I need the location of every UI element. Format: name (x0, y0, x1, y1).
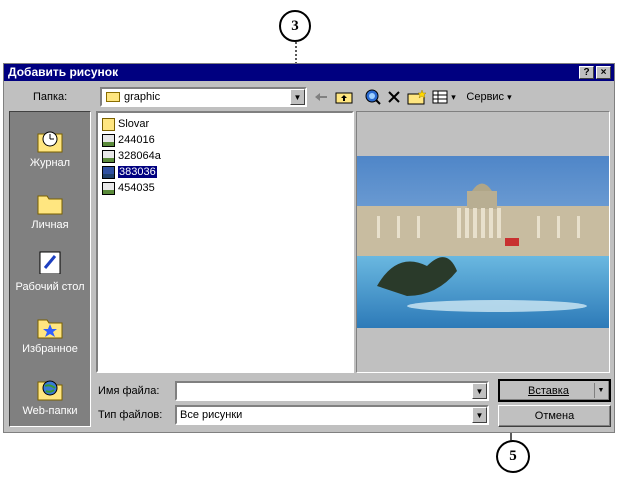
folder-value: graphic (124, 91, 161, 103)
insert-label: Вставка (528, 384, 569, 397)
back-icon[interactable] (313, 88, 329, 106)
image-file-icon (102, 165, 115, 179)
file-name: 244016 (118, 134, 155, 146)
folder-icon (106, 92, 120, 102)
web-folders-icon (35, 374, 65, 402)
file-name: 328064a (118, 150, 161, 162)
insert-button[interactable]: Вставка ▼ (498, 379, 611, 402)
place-desktop[interactable]: Рабочий стол (10, 250, 90, 293)
insert-dropdown-icon[interactable]: ▼ (594, 383, 607, 398)
filetype-value: Все рисунки (180, 409, 243, 421)
place-label: Рабочий стол (15, 281, 85, 293)
views-icon[interactable]: ▾ (430, 88, 458, 106)
callout-3: 3 (279, 10, 311, 42)
list-item-file[interactable]: 244016 (102, 132, 155, 148)
filename-input[interactable]: ▼ (175, 381, 489, 401)
favorites-icon (35, 312, 65, 340)
list-item-file[interactable]: 454035 (102, 180, 155, 196)
filename-label: Имя файла: (98, 385, 160, 397)
preview-image (357, 156, 609, 328)
callout-5: 5 (496, 440, 530, 473)
delete-icon[interactable] (385, 88, 403, 106)
file-name: Slovar (118, 118, 150, 130)
up-folder-icon[interactable] (334, 88, 354, 106)
folder-icon (102, 117, 115, 131)
filename-dropdown-button[interactable]: ▼ (472, 383, 487, 399)
place-personal[interactable]: Личная (10, 188, 90, 231)
personal-folder-icon (35, 188, 65, 216)
place-web-folders[interactable]: Web-папки (10, 374, 90, 417)
file-name: 383036 (117, 165, 158, 179)
desktop-icon (35, 250, 65, 278)
places-bar: Журнал Личная Рабочий стол Избранное Web… (9, 111, 91, 427)
cancel-button[interactable]: Отмена (498, 405, 611, 427)
folder-dropdown-button[interactable]: ▼ (290, 89, 305, 105)
place-label: Личная (31, 219, 69, 231)
history-icon (35, 126, 65, 154)
dialog-titlebar: Добавить рисунок ? × (4, 64, 614, 81)
views-dropdown-icon: ▾ (451, 91, 456, 102)
tools-label: Сервис (466, 91, 505, 103)
insert-picture-dialog: Добавить рисунок ? × Папка: graphic ▼ ▾ … (3, 63, 615, 433)
close-button[interactable]: × (596, 66, 611, 79)
image-file-icon (102, 133, 115, 147)
filetype-dropdown-button[interactable]: ▼ (472, 407, 487, 423)
filetype-select[interactable]: Все рисунки ▼ (175, 405, 489, 425)
place-label: Web-папки (22, 405, 78, 417)
list-item-file[interactable]: 328064a (102, 148, 161, 164)
file-list[interactable]: Slovar 244016 328064a 383036 454035 (96, 111, 354, 373)
tools-menu[interactable]: Сервис ▾ (462, 88, 516, 106)
filetype-label: Тип файлов: (98, 409, 163, 421)
place-favorites[interactable]: Избранное (10, 312, 90, 355)
place-history[interactable]: Журнал (10, 126, 90, 169)
place-label: Журнал (29, 157, 71, 169)
folder-label: Папка: (33, 91, 68, 103)
preview-pane (356, 111, 610, 373)
dialog-title: Добавить рисунок (8, 65, 119, 79)
file-name: 454035 (118, 182, 155, 194)
list-item-folder[interactable]: Slovar (102, 116, 149, 132)
cancel-label: Отмена (534, 410, 575, 422)
folder-combo[interactable]: graphic ▼ (100, 87, 307, 107)
list-item-file-selected[interactable]: 383036 (102, 164, 158, 180)
search-web-icon[interactable] (363, 88, 383, 106)
help-button[interactable]: ? (579, 66, 594, 79)
image-file-icon (102, 181, 115, 195)
place-label: Избранное (22, 343, 78, 355)
new-folder-icon[interactable] (406, 88, 428, 106)
image-file-icon (102, 149, 115, 163)
tools-dropdown-icon: ▾ (507, 91, 512, 102)
